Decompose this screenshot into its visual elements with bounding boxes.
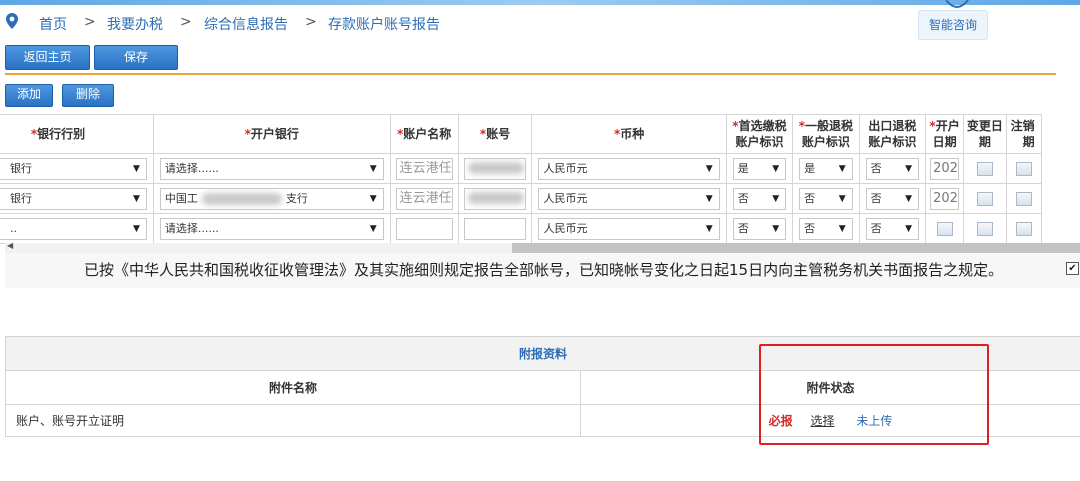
account-name-input[interactable]: 连云港任	[395, 157, 453, 180]
header-open-bank: *开户银行	[152, 114, 391, 154]
account-number-input[interactable]	[463, 217, 527, 240]
attachment-name-cell: 账户、账号开立证明	[5, 404, 581, 437]
chevron-down-icon: ▼	[705, 223, 713, 234]
delete-row-button[interactable]: 删除	[62, 84, 114, 107]
open-date-input[interactable]: 202	[930, 187, 960, 210]
table-row: 银行 ▼ 请选择...... ▼ 连云港任 人民币元 ▼ 是 ▼ 是 ▼ 否 ▼ 202	[0, 153, 1043, 184]
account-name-input[interactable]: 连云港任	[395, 187, 453, 210]
breadcrumb-separator: >	[305, 14, 317, 30]
refund-flag-select[interactable]: 是 ▼	[799, 157, 853, 180]
open-bank-select[interactable]: 请选择...... ▼	[159, 217, 384, 240]
bank-type-select[interactable]: 银行 ▼	[0, 157, 147, 180]
currency-select[interactable]: 人民币元 ▼	[538, 217, 720, 240]
breadcrumb-home[interactable]: 首页	[39, 14, 67, 34]
calendar-icon[interactable]	[1015, 221, 1032, 236]
chevron-down-icon: ▼	[133, 193, 140, 204]
breadcrumb-separator: >	[180, 14, 192, 30]
export-refund-flag-select[interactable]: 否 ▼	[865, 187, 920, 210]
chevron-down-icon: ▼	[905, 193, 913, 204]
header-tax-payment-flag: *首选缴税 账户标识	[725, 114, 794, 154]
refund-flag-select[interactable]: 否 ▼	[799, 187, 853, 210]
chevron-down-icon: ▼	[772, 163, 780, 174]
scroll-left-arrow-icon[interactable]: ◀	[7, 241, 13, 250]
header-cancel-date: 注销期	[1005, 114, 1043, 154]
header-refund-flag: *一般退税 账户标识	[792, 114, 860, 154]
export-refund-flag-select[interactable]: 否 ▼	[865, 217, 920, 240]
calendar-icon[interactable]	[1015, 191, 1032, 206]
consult-headset-icon	[945, 0, 969, 8]
breadcrumb-tax-service[interactable]: 我要办税	[107, 14, 163, 34]
chevron-down-icon: ▼	[905, 223, 913, 234]
table-row: .. ▼ 请选择...... ▼ 人民币元 ▼ 否 ▼ 否 ▼ 否 ▼	[0, 213, 1043, 244]
add-row-button[interactable]: 添加	[5, 84, 53, 107]
bank-type-select[interactable]: 银行 ▼	[0, 187, 147, 210]
header-account-name: *账户名称	[389, 114, 459, 154]
chevron-down-icon: ▼	[838, 223, 846, 234]
save-button[interactable]: 保存	[94, 45, 178, 70]
chevron-down-icon: ▼	[838, 193, 846, 204]
header-bank-type: *银行行别	[0, 114, 154, 154]
calendar-icon[interactable]	[1015, 161, 1032, 176]
open-bank-select[interactable]: 中国工 支行 ▼	[159, 187, 384, 210]
scrollbar-thumb[interactable]	[512, 243, 1080, 253]
breadcrumb-separator: >	[84, 14, 96, 30]
chevron-down-icon: ▼	[705, 193, 713, 204]
tax-payment-flag-select[interactable]: 否 ▼	[732, 217, 787, 240]
header-open-date: *开户 日期	[925, 114, 965, 154]
bank-type-select[interactable]: .. ▼	[0, 217, 147, 240]
breadcrumb-current-page: 存款账户账号报告	[328, 17, 440, 33]
tax-payment-flag-select[interactable]: 否 ▼	[732, 187, 787, 210]
statement-checkbox[interactable]: ✔	[1066, 262, 1079, 275]
statement-text: 已按《中华人民共和国税收征收管理法》及其实施细则规定报告全部帐号，已知晓帐号变化…	[84, 261, 1004, 279]
chevron-down-icon: ▼	[772, 223, 780, 234]
open-date-input[interactable]: 202	[930, 157, 960, 180]
refund-flag-select[interactable]: 否 ▼	[799, 217, 853, 240]
header-export-refund-flag: 出口退税 账户标识	[858, 114, 927, 154]
chevron-down-icon: ▼	[133, 163, 140, 174]
account-number-input[interactable]	[463, 157, 527, 180]
redacted-value	[467, 162, 524, 174]
redacted-value	[201, 192, 282, 205]
export-refund-flag-select[interactable]: 否 ▼	[865, 157, 920, 180]
open-bank-select[interactable]: 请选择...... ▼	[159, 157, 384, 180]
breadcrumb-info-report[interactable]: 综合信息报告	[204, 14, 288, 34]
chevron-down-icon: ▼	[369, 163, 377, 174]
calendar-icon[interactable]	[936, 221, 953, 236]
highlight-box	[759, 344, 989, 445]
chevron-down-icon: ▼	[905, 163, 913, 174]
smart-consult-button[interactable]: 智能咨询	[918, 10, 988, 40]
account-number-input[interactable]	[463, 187, 527, 210]
chevron-down-icon: ▼	[133, 223, 140, 234]
chevron-down-icon: ▼	[705, 163, 713, 174]
chevron-down-icon: ▼	[772, 193, 780, 204]
chevron-down-icon: ▼	[369, 193, 377, 204]
back-home-button[interactable]: 返回主页	[5, 45, 90, 70]
account-name-input[interactable]	[395, 217, 453, 240]
calendar-icon[interactable]	[976, 191, 993, 206]
header-change-date: 变更日期	[963, 114, 1007, 154]
table-row: 银行 ▼ 中国工 支行 ▼ 连云港任 人民币元 ▼ 否 ▼ 否 ▼ 否 ▼ 202	[0, 183, 1043, 214]
calendar-icon[interactable]	[976, 161, 993, 176]
currency-select[interactable]: 人民币元 ▼	[538, 187, 720, 210]
redacted-value	[467, 192, 524, 204]
section-divider	[5, 73, 1056, 75]
account-grid: *银行行别 *开户银行 *账户名称 *账号 *币种 *首选缴税 账户标识 *一般退…	[0, 114, 1043, 244]
header-currency: *币种	[531, 114, 727, 154]
location-pin-icon	[6, 13, 18, 29]
tax-payment-flag-select[interactable]: 是 ▼	[732, 157, 787, 180]
calendar-icon[interactable]	[976, 221, 993, 236]
chevron-down-icon: ▼	[369, 223, 377, 234]
grid-header-row: *银行行别 *开户银行 *账户名称 *账号 *币种 *首选缴税 账户标识 *一般退…	[0, 114, 1043, 154]
currency-select[interactable]: 人民币元 ▼	[538, 157, 720, 180]
chevron-down-icon: ▼	[838, 163, 846, 174]
header-account-number: *账号	[457, 114, 533, 154]
attachment-name-header: 附件名称	[5, 370, 581, 405]
